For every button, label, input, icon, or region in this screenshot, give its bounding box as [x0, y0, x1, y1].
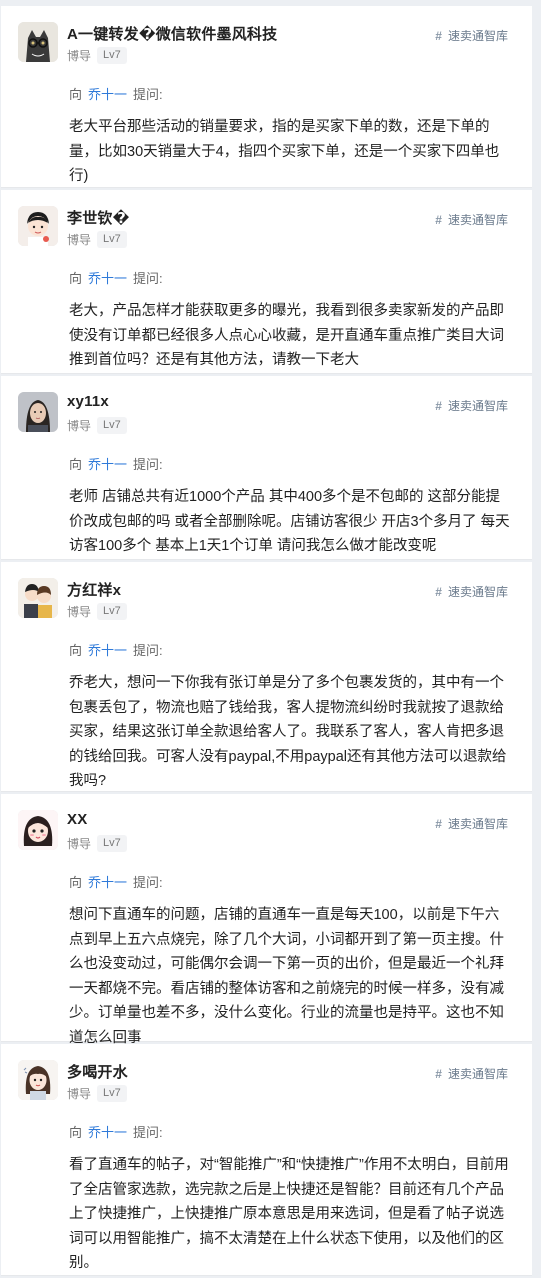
- ask-target-link[interactable]: 乔十一: [88, 1122, 127, 1141]
- avatar[interactable]: [18, 578, 58, 618]
- ask-line: 向 乔十一 提问:: [69, 268, 163, 287]
- author-role: 博导 Lv7: [67, 1085, 127, 1102]
- topic-tag[interactable]: # 速卖通智库: [435, 1065, 508, 1082]
- author-role: 博导 Lv7: [67, 835, 127, 852]
- avatar[interactable]: [18, 22, 58, 62]
- topic-tag-label: 速卖通智库: [447, 1067, 508, 1081]
- avatar[interactable]: [18, 1060, 58, 1100]
- author-role: 博导 Lv7: [67, 47, 127, 64]
- couple-cartoon-avatar-icon: [18, 578, 58, 618]
- ask-prefix: 向: [69, 271, 83, 286]
- hash-icon: #: [435, 212, 442, 227]
- level-badge: Lv7: [97, 47, 127, 64]
- ask-prefix: 向: [69, 875, 83, 890]
- ask-target-link[interactable]: 乔十一: [88, 454, 127, 473]
- ask-prefix: 向: [69, 643, 83, 658]
- ask-suffix: 提问:: [133, 271, 163, 286]
- ask-suffix: 提问:: [133, 875, 163, 890]
- ask-line: 向 乔十一 提问:: [69, 454, 163, 473]
- author-name[interactable]: 方红祥x: [67, 579, 121, 600]
- hash-icon: #: [435, 28, 442, 43]
- hash-icon: #: [435, 584, 442, 599]
- question-feed: A一键转发�微信软件墨风科技 博导 Lv7 # 速卖通智库 向 乔十一 提问: …: [0, 0, 541, 1278]
- author-name[interactable]: A一键转发�微信软件墨风科技: [67, 23, 277, 44]
- author-role: 博导 Lv7: [67, 231, 127, 248]
- cartoon-girl-avatar-icon: [18, 810, 58, 850]
- level-badge: Lv7: [97, 1085, 127, 1102]
- role-label: 博导: [67, 837, 92, 851]
- author-name[interactable]: 多喝开水: [67, 1061, 128, 1082]
- ask-suffix: 提问:: [133, 457, 163, 472]
- cartoon-boy-avatar-icon: [18, 206, 58, 246]
- ask-line: 向 乔十一 提问:: [69, 640, 163, 659]
- ask-prefix: 向: [69, 457, 83, 472]
- ask-target-link[interactable]: 乔十一: [88, 640, 127, 659]
- avatar[interactable]: [18, 392, 58, 432]
- question-text: 老大平台那些活动的销量要求，指的是买家下单的数，还是下单的量，比如30天销量大于…: [69, 119, 500, 184]
- topic-tag[interactable]: # 速卖通智库: [435, 397, 508, 414]
- question-card[interactable]: xy11x 博导 Lv7 # 速卖通智库 向 乔十一 提问: 老师 店铺总共有近…: [1, 376, 532, 560]
- woman-photo-avatar-icon: [18, 392, 58, 432]
- hash-icon: #: [435, 1066, 442, 1081]
- topic-tag-label: 速卖通智库: [447, 399, 508, 413]
- author-name[interactable]: XX: [67, 811, 87, 828]
- cartoon-lady-avatar-icon: [18, 1060, 58, 1100]
- hash-icon: #: [435, 816, 442, 831]
- question-card[interactable]: 李世钦� 博导 Lv7 # 速卖通智库 向 乔十一 提问: 老大，产品怎样才能获…: [1, 190, 532, 374]
- cat-avatar-icon: [18, 22, 58, 62]
- ask-suffix: 提问:: [133, 1125, 163, 1140]
- ask-target-link[interactable]: 乔十一: [88, 872, 127, 891]
- role-label: 博导: [67, 49, 92, 63]
- avatar[interactable]: [18, 206, 58, 246]
- question-text: 看了直通车的帖子，对“智能推广”和“快捷推广”作用不太明白，目前用了全店管家选款…: [69, 1157, 509, 1271]
- level-badge: Lv7: [97, 835, 127, 852]
- ask-target-link[interactable]: 乔十一: [88, 84, 127, 103]
- avatar[interactable]: [18, 810, 58, 850]
- ask-prefix: 向: [69, 1125, 83, 1140]
- topic-tag-label: 速卖通智库: [447, 29, 508, 43]
- topic-tag-label: 速卖通智库: [447, 213, 508, 227]
- topic-tag[interactable]: # 速卖通智库: [435, 815, 508, 832]
- ask-line: 向 乔十一 提问:: [69, 1122, 163, 1141]
- author-name[interactable]: xy11x: [67, 393, 109, 410]
- topic-tag[interactable]: # 速卖通智库: [435, 583, 508, 600]
- topic-tag[interactable]: # 速卖通智库: [435, 211, 508, 228]
- level-badge: Lv7: [97, 417, 127, 434]
- topic-tag-label: 速卖通智库: [447, 817, 508, 831]
- question-card[interactable]: A一键转发�微信软件墨风科技 博导 Lv7 # 速卖通智库 向 乔十一 提问: …: [1, 6, 532, 188]
- author-name[interactable]: 李世钦�: [67, 207, 130, 228]
- topic-tag[interactable]: # 速卖通智库: [435, 27, 508, 44]
- question-card[interactable]: 多喝开水 博导 Lv7 # 速卖通智库 向 乔十一 提问: 看了直通车的帖子，对…: [1, 1044, 532, 1276]
- question-text: 想问下直通车的问题，店铺的直通车一直是每天100，以前是下午六点到早上五六点烧完…: [69, 907, 504, 1046]
- question-text: 老师 店铺总共有近1000个产品 其中400多个是不包邮的 这部分能提价改成包邮…: [69, 489, 510, 554]
- ask-suffix: 提问:: [133, 643, 163, 658]
- ask-target-link[interactable]: 乔十一: [88, 268, 127, 287]
- ask-suffix: 提问:: [133, 87, 163, 102]
- ask-prefix: 向: [69, 87, 83, 102]
- role-label: 博导: [67, 605, 92, 619]
- author-role: 博导 Lv7: [67, 417, 127, 434]
- role-label: 博导: [67, 419, 92, 433]
- level-badge: Lv7: [97, 231, 127, 248]
- ask-line: 向 乔十一 提问:: [69, 84, 163, 103]
- hash-icon: #: [435, 398, 442, 413]
- question-text: 乔老大，想问一下你我有张订单是分了多个包裹发货的，其中有一个包裹丢包了，物流也赔…: [69, 675, 507, 789]
- role-label: 博导: [67, 233, 92, 247]
- role-label: 博导: [67, 1087, 92, 1101]
- question-text: 老大，产品怎样才能获取更多的曝光，我看到很多卖家新发的产品即使没有订单都已经很多…: [69, 303, 504, 368]
- question-card[interactable]: 方红祥x 博导 Lv7 # 速卖通智库 向 乔十一 提问: 乔老大，想问一下你我…: [1, 562, 532, 792]
- author-role: 博导 Lv7: [67, 603, 127, 620]
- topic-tag-label: 速卖通智库: [447, 585, 508, 599]
- ask-line: 向 乔十一 提问:: [69, 872, 163, 891]
- level-badge: Lv7: [97, 603, 127, 620]
- question-card[interactable]: XX 博导 Lv7 # 速卖通智库 向 乔十一 提问: 想问下直通车的问题，店铺…: [1, 794, 532, 1046]
